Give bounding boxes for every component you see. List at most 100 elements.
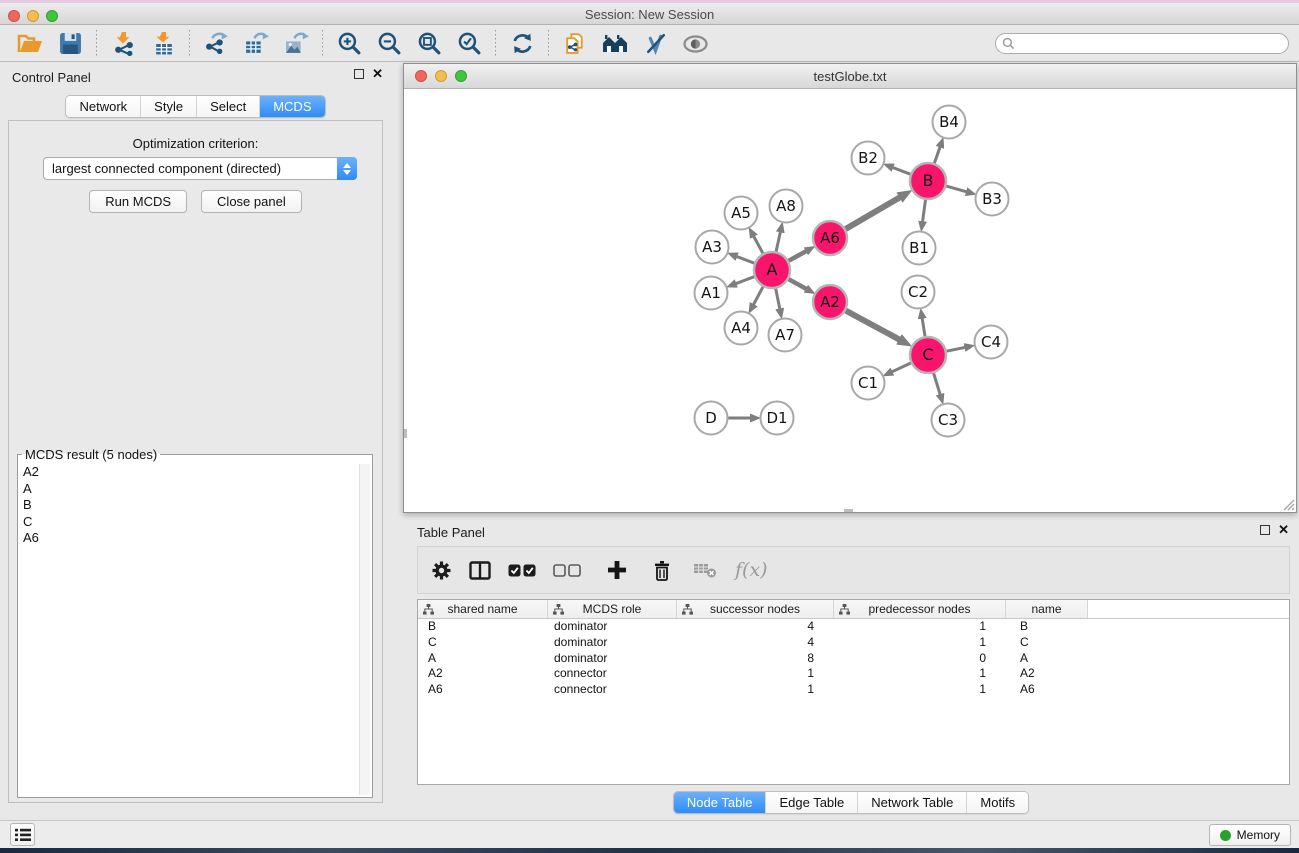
graph-edge-A-A7[interactable] xyxy=(776,289,780,310)
table-cell[interactable]: A2 xyxy=(418,666,548,682)
table-cell[interactable]: dominator xyxy=(548,635,677,651)
graph-node-A3[interactable]: A3 xyxy=(696,231,729,264)
delete-table-button[interactable] xyxy=(690,555,720,585)
graph-edge-B-B3[interactable] xyxy=(946,186,967,192)
table-cell[interactable]: 4 xyxy=(677,635,834,651)
table-row[interactable]: A6connector11A6 xyxy=(418,682,1289,698)
zoom-in-button[interactable] xyxy=(329,29,369,59)
table-cell[interactable]: 1 xyxy=(834,666,1006,682)
import-network-button[interactable] xyxy=(103,29,143,59)
memory-button[interactable]: Memory xyxy=(1209,824,1291,846)
graph-edge-C-C4[interactable] xyxy=(947,347,966,351)
table-cell[interactable]: A2 xyxy=(1006,666,1088,682)
table-cell[interactable]: B xyxy=(418,619,548,635)
table-cell[interactable]: 1 xyxy=(834,635,1006,651)
export-network-button[interactable] xyxy=(196,29,236,59)
table-cell[interactable]: A xyxy=(418,651,548,667)
graph-edge-C-C1[interactable] xyxy=(891,363,911,372)
open-session-button[interactable] xyxy=(10,29,50,59)
table-cell[interactable]: 4 xyxy=(677,619,834,635)
table-cell[interactable]: dominator xyxy=(548,651,677,667)
table-columns-button[interactable] xyxy=(465,555,495,585)
table-settings-button[interactable] xyxy=(426,555,456,585)
graph-node-B1[interactable]: B1 xyxy=(903,232,936,265)
zoom-selected-button[interactable] xyxy=(449,29,489,59)
graph-edge-A-A1[interactable] xyxy=(735,277,754,284)
tab-mcds[interactable]: MCDS xyxy=(259,96,324,117)
graph-node-A4[interactable]: A4 xyxy=(725,312,758,345)
table-cell[interactable]: C xyxy=(1006,635,1088,651)
column-header-successor-nodes[interactable]: successor nodes xyxy=(677,600,834,618)
graph-node-B4[interactable]: B4 xyxy=(933,106,966,139)
export-table-button[interactable] xyxy=(236,29,276,59)
mcds-result-item[interactable]: A6 xyxy=(20,530,358,547)
column-header-name[interactable]: name xyxy=(1006,600,1088,618)
graph-edge-A-A6[interactable] xyxy=(789,251,808,261)
show-panel-list-button[interactable] xyxy=(10,823,35,846)
graph-node-A2[interactable]: A2 xyxy=(813,285,847,319)
table-cell[interactable]: A6 xyxy=(418,682,548,698)
graph-node-C4[interactable]: C4 xyxy=(975,326,1008,359)
zoom-fit-button[interactable] xyxy=(409,29,449,59)
table-cell[interactable]: B xyxy=(1006,619,1088,635)
graph-node-A7[interactable]: A7 xyxy=(769,319,802,352)
tab-select[interactable]: Select xyxy=(196,96,259,117)
table-row[interactable]: Cdominator41C xyxy=(418,635,1289,651)
tab-edge-table[interactable]: Edge Table xyxy=(765,792,857,813)
mcds-result-item[interactable]: B xyxy=(20,497,358,514)
float-table-panel-icon[interactable] xyxy=(1260,525,1270,535)
graph-edge-B-B2[interactable] xyxy=(892,167,911,174)
search-input[interactable] xyxy=(1015,35,1288,52)
table-cell[interactable]: 1 xyxy=(834,682,1006,698)
table-cell[interactable]: 1 xyxy=(834,619,1006,635)
table-cell[interactable]: 1 xyxy=(677,666,834,682)
table-cell[interactable]: C xyxy=(418,635,548,651)
zoom-out-button[interactable] xyxy=(369,29,409,59)
graph-edge-B-B4[interactable] xyxy=(934,146,940,163)
graph-node-C2[interactable]: C2 xyxy=(902,276,935,309)
graph-node-B[interactable]: B xyxy=(910,163,946,199)
criterion-dropdown[interactable]: largest connected component (directed) xyxy=(43,157,357,180)
create-column-button[interactable] xyxy=(602,555,632,585)
graph-edge-C-C2[interactable] xyxy=(922,317,925,336)
graph-edge-A-A8[interactable] xyxy=(776,231,781,252)
column-header-shared-name[interactable]: shared name xyxy=(418,600,548,618)
canvas-vscroll-mark[interactable] xyxy=(404,429,407,438)
show-hide-panels-button[interactable] xyxy=(675,29,715,59)
graph-edge-A2-C[interactable] xyxy=(846,311,901,341)
result-scrollbar[interactable] xyxy=(359,464,370,795)
function-builder-icon[interactable]: f(x) xyxy=(735,559,768,581)
float-panel-icon[interactable] xyxy=(354,69,364,79)
graph-edge-A6-B[interactable] xyxy=(846,197,902,229)
save-session-button[interactable] xyxy=(50,29,90,59)
table-cell[interactable]: 1 xyxy=(677,682,834,698)
graph-node-C3[interactable]: C3 xyxy=(932,404,965,437)
tab-motifs[interactable]: Motifs xyxy=(966,792,1028,813)
mcds-result-item[interactable]: A xyxy=(20,481,358,498)
graph-node-C1[interactable]: C1 xyxy=(852,367,885,400)
tab-style[interactable]: Style xyxy=(140,96,196,117)
column-header-mcds-role[interactable]: MCDS role xyxy=(548,600,677,618)
close-panel-icon[interactable]: ✕ xyxy=(372,69,383,79)
graph-node-D[interactable]: D xyxy=(695,402,728,435)
table-cell[interactable]: A6 xyxy=(1006,682,1088,698)
table-cell[interactable]: dominator xyxy=(548,619,677,635)
table-cell[interactable]: A xyxy=(1006,651,1088,667)
table-cell[interactable]: connector xyxy=(548,666,677,682)
close-panel-button[interactable]: Close panel xyxy=(201,190,302,213)
graph-node-A5[interactable]: A5 xyxy=(725,197,758,230)
hide-graphics-details-button[interactable] xyxy=(635,29,675,59)
graph-edge-A-A2[interactable] xyxy=(789,279,808,289)
run-mcds-button[interactable]: Run MCDS xyxy=(89,190,187,213)
import-table-button[interactable] xyxy=(143,29,183,59)
graph-edge-A-A5[interactable] xyxy=(753,235,763,253)
canvas-hscroll-mark[interactable] xyxy=(844,509,853,512)
network-from-selection-button[interactable] xyxy=(555,29,595,59)
column-header-predecessor-nodes[interactable]: predecessor nodes xyxy=(834,600,1006,618)
mcds-result-item[interactable]: A2 xyxy=(20,464,358,481)
close-table-panel-icon[interactable]: ✕ xyxy=(1278,525,1289,535)
table-row[interactable]: Adominator80A xyxy=(418,651,1289,667)
table-cell[interactable]: 0 xyxy=(834,651,1006,667)
graph-node-A8[interactable]: A8 xyxy=(770,190,803,223)
tab-node-table[interactable]: Node Table xyxy=(674,792,766,813)
